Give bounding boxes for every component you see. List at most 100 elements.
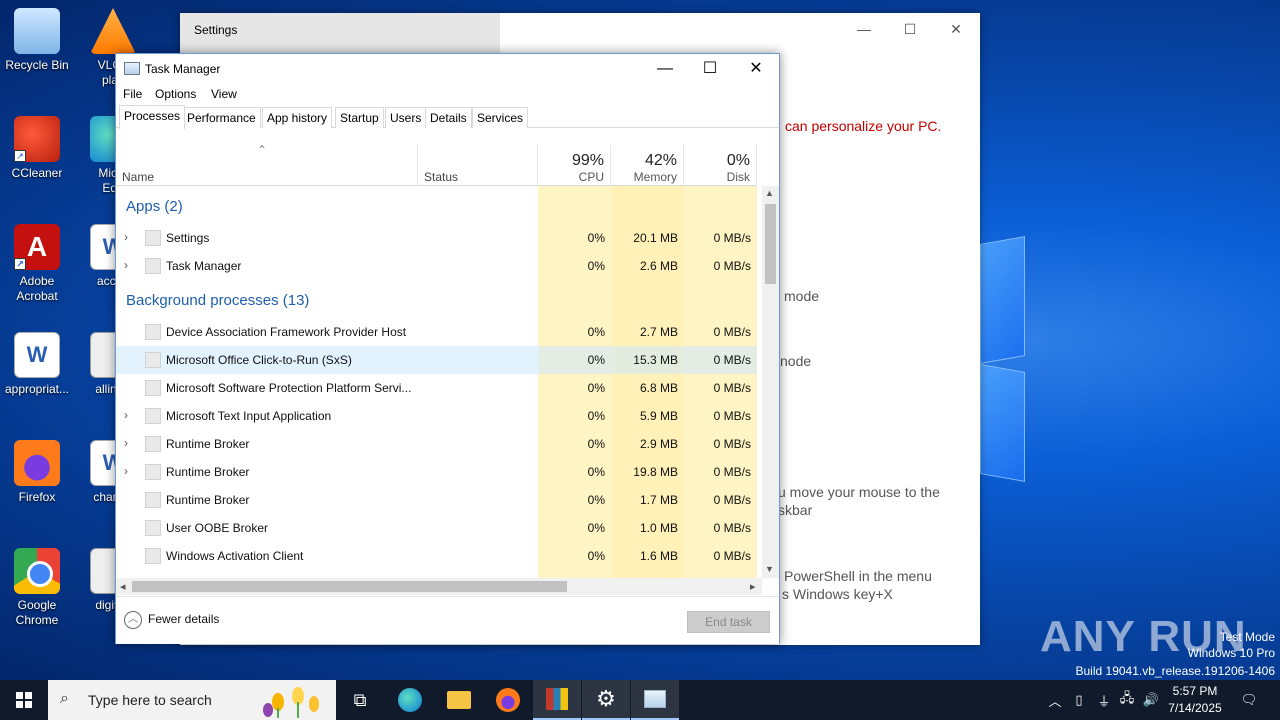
scroll-left-icon[interactable]: ◂ — [120, 580, 126, 593]
menu-file[interactable]: File — [123, 87, 142, 101]
process-icon — [145, 324, 161, 340]
task-view-button[interactable]: ⧉ — [336, 680, 384, 720]
scroll-up-icon[interactable]: ▲ — [765, 188, 774, 198]
end-task-button[interactable]: End task — [687, 611, 770, 633]
minimize-icon[interactable]: — — [650, 57, 680, 81]
tray-network-icon[interactable]: 🖧 — [1116, 680, 1138, 720]
maximize-icon[interactable]: ☐ — [695, 57, 725, 81]
desktop-icon-google-chrome[interactable]: Google Chrome — [0, 548, 74, 628]
menu-options[interactable]: Options — [155, 87, 196, 101]
tab-processes[interactable]: Processes — [119, 105, 186, 129]
settings-personalize-text: can personalize your PC. — [785, 118, 942, 134]
column-memory[interactable]: 42% Memory — [611, 145, 684, 186]
chevron-right-icon[interactable]: › — [124, 230, 128, 244]
tab-services[interactable]: Services — [472, 107, 529, 128]
tab-strip: Processes Performance App history Startu… — [116, 104, 779, 129]
process-row[interactable]: Device Association Framework Provider Ho… — [116, 318, 757, 346]
menu-view[interactable]: View — [211, 87, 237, 101]
process-cpu: 0% — [587, 465, 605, 479]
tab-startup[interactable]: Startup — [335, 107, 384, 128]
process-disk: 0 MB/s — [713, 437, 751, 451]
tab-performance[interactable]: Performance — [182, 107, 261, 128]
desktop-icon-ccleaner[interactable]: ↗ CCleaner — [0, 116, 74, 181]
tray-overflow-chevron[interactable]: ︿ — [1046, 680, 1064, 720]
process-memory: 19.8 MB — [633, 465, 678, 479]
process-name: Runtime Broker — [166, 437, 250, 451]
process-memory: 2.9 MB — [639, 437, 678, 451]
process-cpu: 0% — [587, 437, 605, 451]
taskbar-file-explorer[interactable] — [435, 680, 483, 720]
process-cpu: 0% — [587, 325, 605, 339]
process-name: Device Association Framework Provider Ho… — [166, 325, 407, 339]
fewer-details-button[interactable]: ︿ Fewer details — [124, 611, 219, 629]
tab-details[interactable]: Details — [425, 107, 472, 128]
settings-powershell-text-1: PowerShell in the menu — [784, 568, 932, 584]
chevron-right-icon[interactable]: › — [124, 436, 128, 450]
process-cpu: 0% — [587, 353, 605, 367]
vertical-scrollbar[interactable]: ▲ ▼ — [762, 186, 779, 578]
taskbar-edge[interactable] — [386, 680, 434, 720]
column-name[interactable]: ⌃ Name — [116, 143, 418, 186]
chevron-right-icon[interactable]: › — [124, 464, 128, 478]
column-cpu[interactable]: 99% CPU — [538, 145, 611, 186]
process-row[interactable]: Runtime Broker 0% 1.7 MB 0 MB/s — [116, 486, 757, 514]
process-row[interactable]: › Runtime Broker 0% 2.9 MB 0 MB/s — [116, 430, 757, 458]
process-disk: 0 MB/s — [713, 465, 751, 479]
column-disk[interactable]: 0% Disk — [684, 145, 757, 186]
column-status[interactable]: Status — [418, 145, 538, 186]
task-manager-icon — [124, 62, 140, 75]
minimize-icon[interactable]: — — [852, 21, 876, 37]
maximize-icon[interactable]: ☐ — [898, 21, 922, 38]
chevron-right-icon[interactable]: › — [124, 258, 128, 272]
close-icon[interactable]: ✕ — [741, 57, 771, 81]
sort-up-icon: ⌃ — [257, 143, 268, 157]
tab-users[interactable]: Users — [385, 107, 427, 128]
network-icon: 🖧 — [1119, 690, 1135, 705]
notification-icon: 🗨 — [1240, 692, 1258, 707]
usb-icon: ⏚ — [1097, 693, 1111, 709]
process-row[interactable]: User OOBE Broker 0% 1.0 MB 0 MB/s — [116, 514, 757, 542]
process-row[interactable]: › Microsoft Text Input Application 0% 5.9 M… — [116, 402, 757, 430]
process-disk: 0 MB/s — [713, 259, 751, 273]
desktop-icon-recycle-bin[interactable]: Recycle Bin — [0, 8, 74, 73]
archive-app-icon — [546, 688, 568, 710]
tab-app-history[interactable]: App history — [262, 107, 333, 128]
process-cpu: 0% — [587, 381, 605, 395]
firefox-icon — [496, 688, 520, 712]
taskbar-search-box[interactable]: ⌕ Type here to search — [48, 680, 336, 720]
process-row[interactable]: › Settings 0% 20.1 MB 0 MB/s — [116, 224, 757, 252]
horizontal-scrollbar[interactable]: ◂ ▸ — [116, 578, 762, 595]
task-manager-titlebar[interactable]: Task Manager — ☐ ✕ — [116, 54, 779, 84]
desktop-icon-adobe-acrobat[interactable]: A ↗ Adobe Acrobat — [0, 224, 74, 304]
taskbar-task-manager[interactable] — [631, 680, 679, 720]
tray-usb-icon[interactable]: ⏚ — [1093, 680, 1115, 720]
tray-tablet-icon[interactable]: ▯ — [1068, 680, 1090, 720]
tray-volume-icon[interactable]: 🔊 — [1140, 680, 1162, 720]
process-row[interactable]: Microsoft Office Click-to-Run (SxS) 0% 15.… — [116, 346, 757, 374]
chevron-right-icon[interactable]: › — [124, 408, 128, 422]
scroll-right-icon[interactable]: ▸ — [750, 580, 756, 593]
scroll-thumb[interactable] — [765, 204, 776, 284]
process-name: Microsoft Software Protection Platform S… — [166, 381, 412, 395]
settings-titlebar[interactable]: Settings — ☐ ✕ — [180, 13, 980, 53]
process-cpu: 0% — [587, 493, 605, 507]
scroll-down-icon[interactable]: ▼ — [765, 564, 774, 574]
taskbar-firefox[interactable] — [484, 680, 532, 720]
process-row[interactable]: Microsoft Software Protection Platform S… — [116, 374, 757, 402]
task-view-icon: ⧉ — [353, 689, 367, 710]
action-center-button[interactable]: 🗨 — [1234, 680, 1264, 720]
task-manager-window[interactable]: Task Manager — ☐ ✕ File Options View Pro… — [115, 53, 780, 644]
task-manager-icon — [644, 690, 666, 708]
taskbar-settings[interactable]: ⚙ — [582, 680, 630, 720]
desktop-icon-firefox[interactable]: Firefox — [0, 440, 74, 505]
process-cpu: 0% — [587, 521, 605, 535]
desktop-icon-appropriat[interactable]: W appropriat... — [0, 332, 74, 397]
close-icon[interactable]: ✕ — [944, 21, 968, 38]
start-button[interactable] — [0, 680, 48, 720]
process-row[interactable]: › Task Manager 0% 2.6 MB 0 MB/s — [116, 252, 757, 280]
taskbar-app-winrar[interactable] — [533, 680, 581, 720]
process-row[interactable]: › Runtime Broker 0% 19.8 MB 0 MB/s — [116, 458, 757, 486]
taskbar-clock[interactable]: 5:57 PM 7/14/2025 — [1160, 683, 1230, 717]
hscroll-thumb[interactable] — [132, 581, 567, 592]
process-row[interactable]: Windows Activation Client 0% 1.6 MB 0 MB/s — [116, 542, 757, 570]
